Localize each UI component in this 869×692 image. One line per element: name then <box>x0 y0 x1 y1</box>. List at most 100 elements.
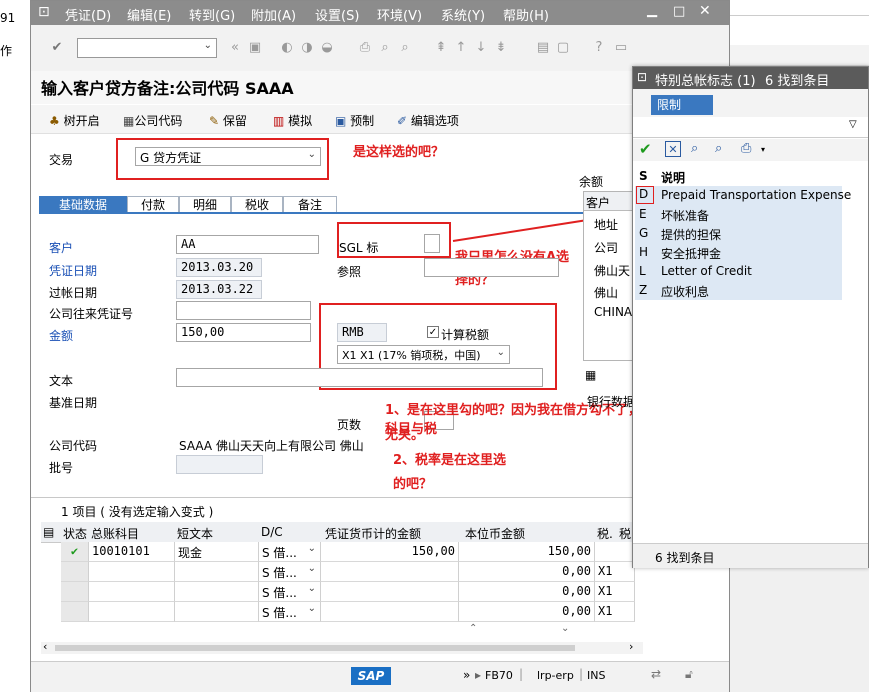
col-s[interactable]: S <box>639 169 648 183</box>
reference-input[interactable] <box>424 258 559 277</box>
menu-help[interactable]: 帮助(H) <box>503 5 549 24</box>
grid-view-icon[interactable]: ▦ <box>585 368 596 382</box>
col-tax2[interactable]: 税 <box>619 525 631 542</box>
binoculars-icon[interactable]: ⌕ <box>691 141 698 156</box>
popup-tab-restrict[interactable]: 限制 <box>651 95 713 115</box>
scroll-down-icon[interactable]: ⌄ <box>561 623 569 634</box>
row-short-text[interactable]: 现金 <box>175 542 259 562</box>
back-arrows-icon[interactable]: « <box>227 40 243 56</box>
list-item[interactable]: E 坏帐准备 <box>635 205 842 224</box>
col-local-amount[interactable]: 本位币金额 <box>465 525 525 542</box>
prev-page-icon[interactable]: ↑ <box>453 40 469 56</box>
row-tax-code[interactable]: X1 <box>595 582 635 602</box>
col-description[interactable]: 说明 <box>661 169 685 186</box>
cancel-icon[interactable]: ◒ <box>319 40 335 56</box>
list-item[interactable]: H 安全抵押金 <box>635 243 842 262</box>
tab-details[interactable]: 明细 <box>179 196 231 213</box>
cancel-x-icon[interactable]: ✕ <box>665 141 681 157</box>
tab-basic-data[interactable]: 基础数据 <box>39 196 127 213</box>
list-item[interactable]: G 提供的担保 <box>635 224 842 243</box>
row-doc-amount[interactable] <box>321 582 459 602</box>
enter-icon[interactable]: ✔ <box>49 40 65 56</box>
tab-notes[interactable]: 备注 <box>283 196 337 213</box>
customer-info-tab[interactable]: 客户 <box>586 194 610 211</box>
maximize-icon[interactable]: □ <box>673 4 685 19</box>
chevron-down-icon[interactable]: ▾ <box>761 145 765 154</box>
list-item[interactable]: D Prepaid Transportation Expense <box>635 186 851 205</box>
col-short-text[interactable]: 短文本 <box>177 525 213 542</box>
confirm-icon[interactable]: ✔ <box>639 140 652 158</box>
tab-tax[interactable]: 税收 <box>231 196 283 213</box>
new-session-icon[interactable]: ▤ <box>535 40 551 56</box>
park-button[interactable]: ▣ 预制 <box>335 112 374 129</box>
save-icon[interactable]: ▣ <box>247 40 263 56</box>
scroll-right-icon[interactable]: › <box>629 640 633 653</box>
menu-extras[interactable]: 附加(A) <box>251 5 296 24</box>
tree-on-button[interactable]: ♣ 树开启 <box>49 112 100 129</box>
row-dc-select[interactable]: S 借... ⌄ <box>259 582 321 602</box>
row-dc-select[interactable]: S 借... ⌄ <box>259 602 321 622</box>
minimize-icon[interactable]: ▁ <box>647 3 657 18</box>
menu-system[interactable]: 系统(Y) <box>441 5 485 24</box>
grid-config-icon[interactable]: ▤ <box>43 525 54 539</box>
col-gl-account[interactable]: 总账科目 <box>91 525 139 542</box>
text-input[interactable] <box>176 368 543 387</box>
find-icon[interactable]: ⌕ <box>377 40 393 56</box>
row-doc-amount[interactable] <box>321 602 459 622</box>
back-icon[interactable]: ◐ <box>279 40 295 56</box>
status-expand-icon[interactable]: » <box>463 668 470 682</box>
find-next-icon[interactable]: ⌕ <box>715 141 722 156</box>
row-gl-account[interactable]: 10010101 <box>89 542 175 562</box>
col-dc[interactable]: D/C <box>261 525 283 539</box>
row-dc-select[interactable]: S 借... ⌄ <box>259 562 321 582</box>
row-doc-amount[interactable] <box>321 562 459 582</box>
exit-icon[interactable]: ◑ <box>299 40 315 56</box>
simulate-button[interactable]: ▥ 模拟 <box>273 112 312 129</box>
row-short-text[interactable] <box>175 602 259 622</box>
tab-payment[interactable]: 付款 <box>127 196 179 213</box>
col-status[interactable]: 状态 <box>63 525 87 542</box>
list-item[interactable]: L Letter of Credit <box>635 262 842 281</box>
row-dc-select[interactable]: S 借... ⌄ <box>259 542 321 562</box>
company-code-button[interactable]: ▦公司代码 <box>123 112 182 129</box>
row-tax-code[interactable]: X1 <box>595 602 635 622</box>
layout-icon[interactable]: ▭ <box>613 40 629 56</box>
grid-scroll-vertical[interactable]: ⌃ ⌄ <box>61 623 641 635</box>
status-triangle-icon[interactable]: ▸ <box>475 668 481 682</box>
scroll-thumb[interactable] <box>55 645 575 651</box>
col-tax[interactable]: 税. <box>597 525 613 542</box>
shortcut-icon[interactable]: ▢ <box>555 40 571 56</box>
first-page-icon[interactable]: ⇞ <box>433 40 449 56</box>
edit-options-button[interactable]: ✐ 编辑选项 <box>397 112 459 129</box>
doc-date-input[interactable]: 2013.03.20 <box>176 258 262 277</box>
last-page-icon[interactable]: ⇟ <box>493 40 509 56</box>
menu-edit[interactable]: 编辑(E) <box>127 5 171 24</box>
lock-icon[interactable]: 🔓︎ <box>685 667 693 682</box>
post-date-input[interactable]: 2013.03.22 <box>176 280 262 299</box>
sap-logo-icon[interactable]: ⊡ <box>38 4 50 20</box>
row-tax-code[interactable]: X1 <box>595 562 635 582</box>
scroll-up-icon[interactable]: ⌃ <box>469 623 477 634</box>
menu-voucher[interactable]: 凭证(D) <box>65 5 111 24</box>
menu-goto[interactable]: 转到(G) <box>189 5 235 24</box>
print-icon[interactable]: ⎙ <box>741 141 751 156</box>
next-page-icon[interactable]: ↓ <box>473 40 489 56</box>
menu-environment[interactable]: 环境(V) <box>377 5 422 24</box>
menu-settings[interactable]: 设置(S) <box>315 5 359 24</box>
popup-collapse-icon[interactable]: ▽ <box>849 119 857 130</box>
print-icon[interactable]: ⎙ <box>357 40 373 56</box>
hold-button[interactable]: ✎ 保留 <box>209 112 247 129</box>
settings-icon[interactable]: ⇄ <box>651 667 661 681</box>
col-doc-amount[interactable]: 凭证货币计的金额 <box>325 525 421 542</box>
command-field[interactable]: ⌄ <box>77 38 217 58</box>
row-gl-account[interactable] <box>89 562 175 582</box>
row-short-text[interactable] <box>175 582 259 602</box>
row-short-text[interactable] <box>175 562 259 582</box>
amount-input[interactable]: 150,00 <box>176 323 311 342</box>
customer-input[interactable]: AA <box>176 235 319 254</box>
cross-company-input[interactable] <box>176 301 311 320</box>
close-icon[interactable]: ✕ <box>699 3 711 19</box>
scroll-left-icon[interactable]: ‹ <box>43 640 47 653</box>
row-tax-code[interactable] <box>595 542 635 562</box>
row-gl-account[interactable] <box>89 602 175 622</box>
